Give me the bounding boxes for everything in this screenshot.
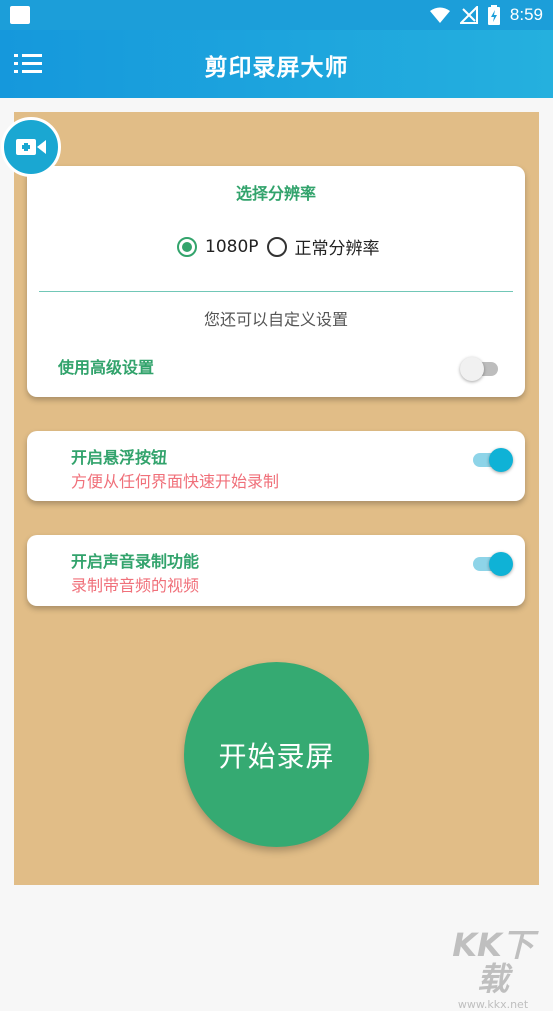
resolution-options: 1080P 正常分辨率: [177, 234, 380, 259]
camera-icon: [16, 139, 46, 155]
radio-normal-resolution[interactable]: [266, 236, 287, 257]
notification-icon: [10, 6, 30, 24]
toggle-thumb: [489, 552, 513, 576]
toggle-thumb: [460, 357, 484, 381]
custom-settings-title: 您还可以自定义设置: [203, 310, 348, 329]
advanced-settings-label: 使用高级设置: [58, 358, 155, 377]
status-bar: 8:59: [0, 0, 553, 30]
status-time: 8:59: [509, 5, 543, 24]
watermark-logo: KK下载: [452, 926, 534, 998]
resolution-title: 选择分辨率: [235, 184, 316, 203]
resolution-card: 选择分辨率 1080P 正常分辨率 您还可以自定义设置 使用高级设置: [27, 166, 525, 397]
advanced-settings-toggle[interactable]: [460, 357, 500, 381]
floating-button-card: 开启悬浮按钮 方便从任何界面快速开始录制: [27, 431, 525, 501]
wifi-icon: [429, 7, 450, 23]
start-recording-button[interactable]: 开始录屏: [184, 662, 369, 847]
toggle-thumb: [489, 448, 513, 472]
battery-icon: [487, 5, 500, 25]
divider: [39, 291, 513, 292]
watermark: KK下载 www.kkx.net: [438, 928, 548, 1011]
audio-recording-card: 开启声音录制功能 录制带音频的视频: [27, 535, 525, 606]
app-title: 剪印录屏大师: [204, 55, 349, 81]
status-icons: 8:59: [429, 5, 543, 25]
no-signal-icon: [459, 6, 478, 24]
radio-1080p[interactable]: [177, 236, 197, 257]
floating-button-toggle[interactable]: [471, 448, 513, 472]
video-camera-icon[interactable]: [1, 117, 61, 177]
radio-normal-resolution-label[interactable]: 正常分辨率: [295, 234, 380, 259]
audio-recording-subtitle: 录制带音频的视频: [71, 576, 200, 595]
audio-recording-title: 开启声音录制功能: [71, 552, 200, 571]
watermark-url: www.kkx.net: [457, 998, 529, 1011]
audio-recording-toggle[interactable]: [471, 552, 513, 576]
app-bar: 剪印录屏大师: [0, 30, 553, 98]
radio-1080p-label[interactable]: 1080P: [205, 237, 259, 257]
floating-button-title: 开启悬浮按钮: [71, 448, 168, 467]
floating-button-subtitle: 方便从任何界面快速开始录制: [71, 472, 280, 491]
